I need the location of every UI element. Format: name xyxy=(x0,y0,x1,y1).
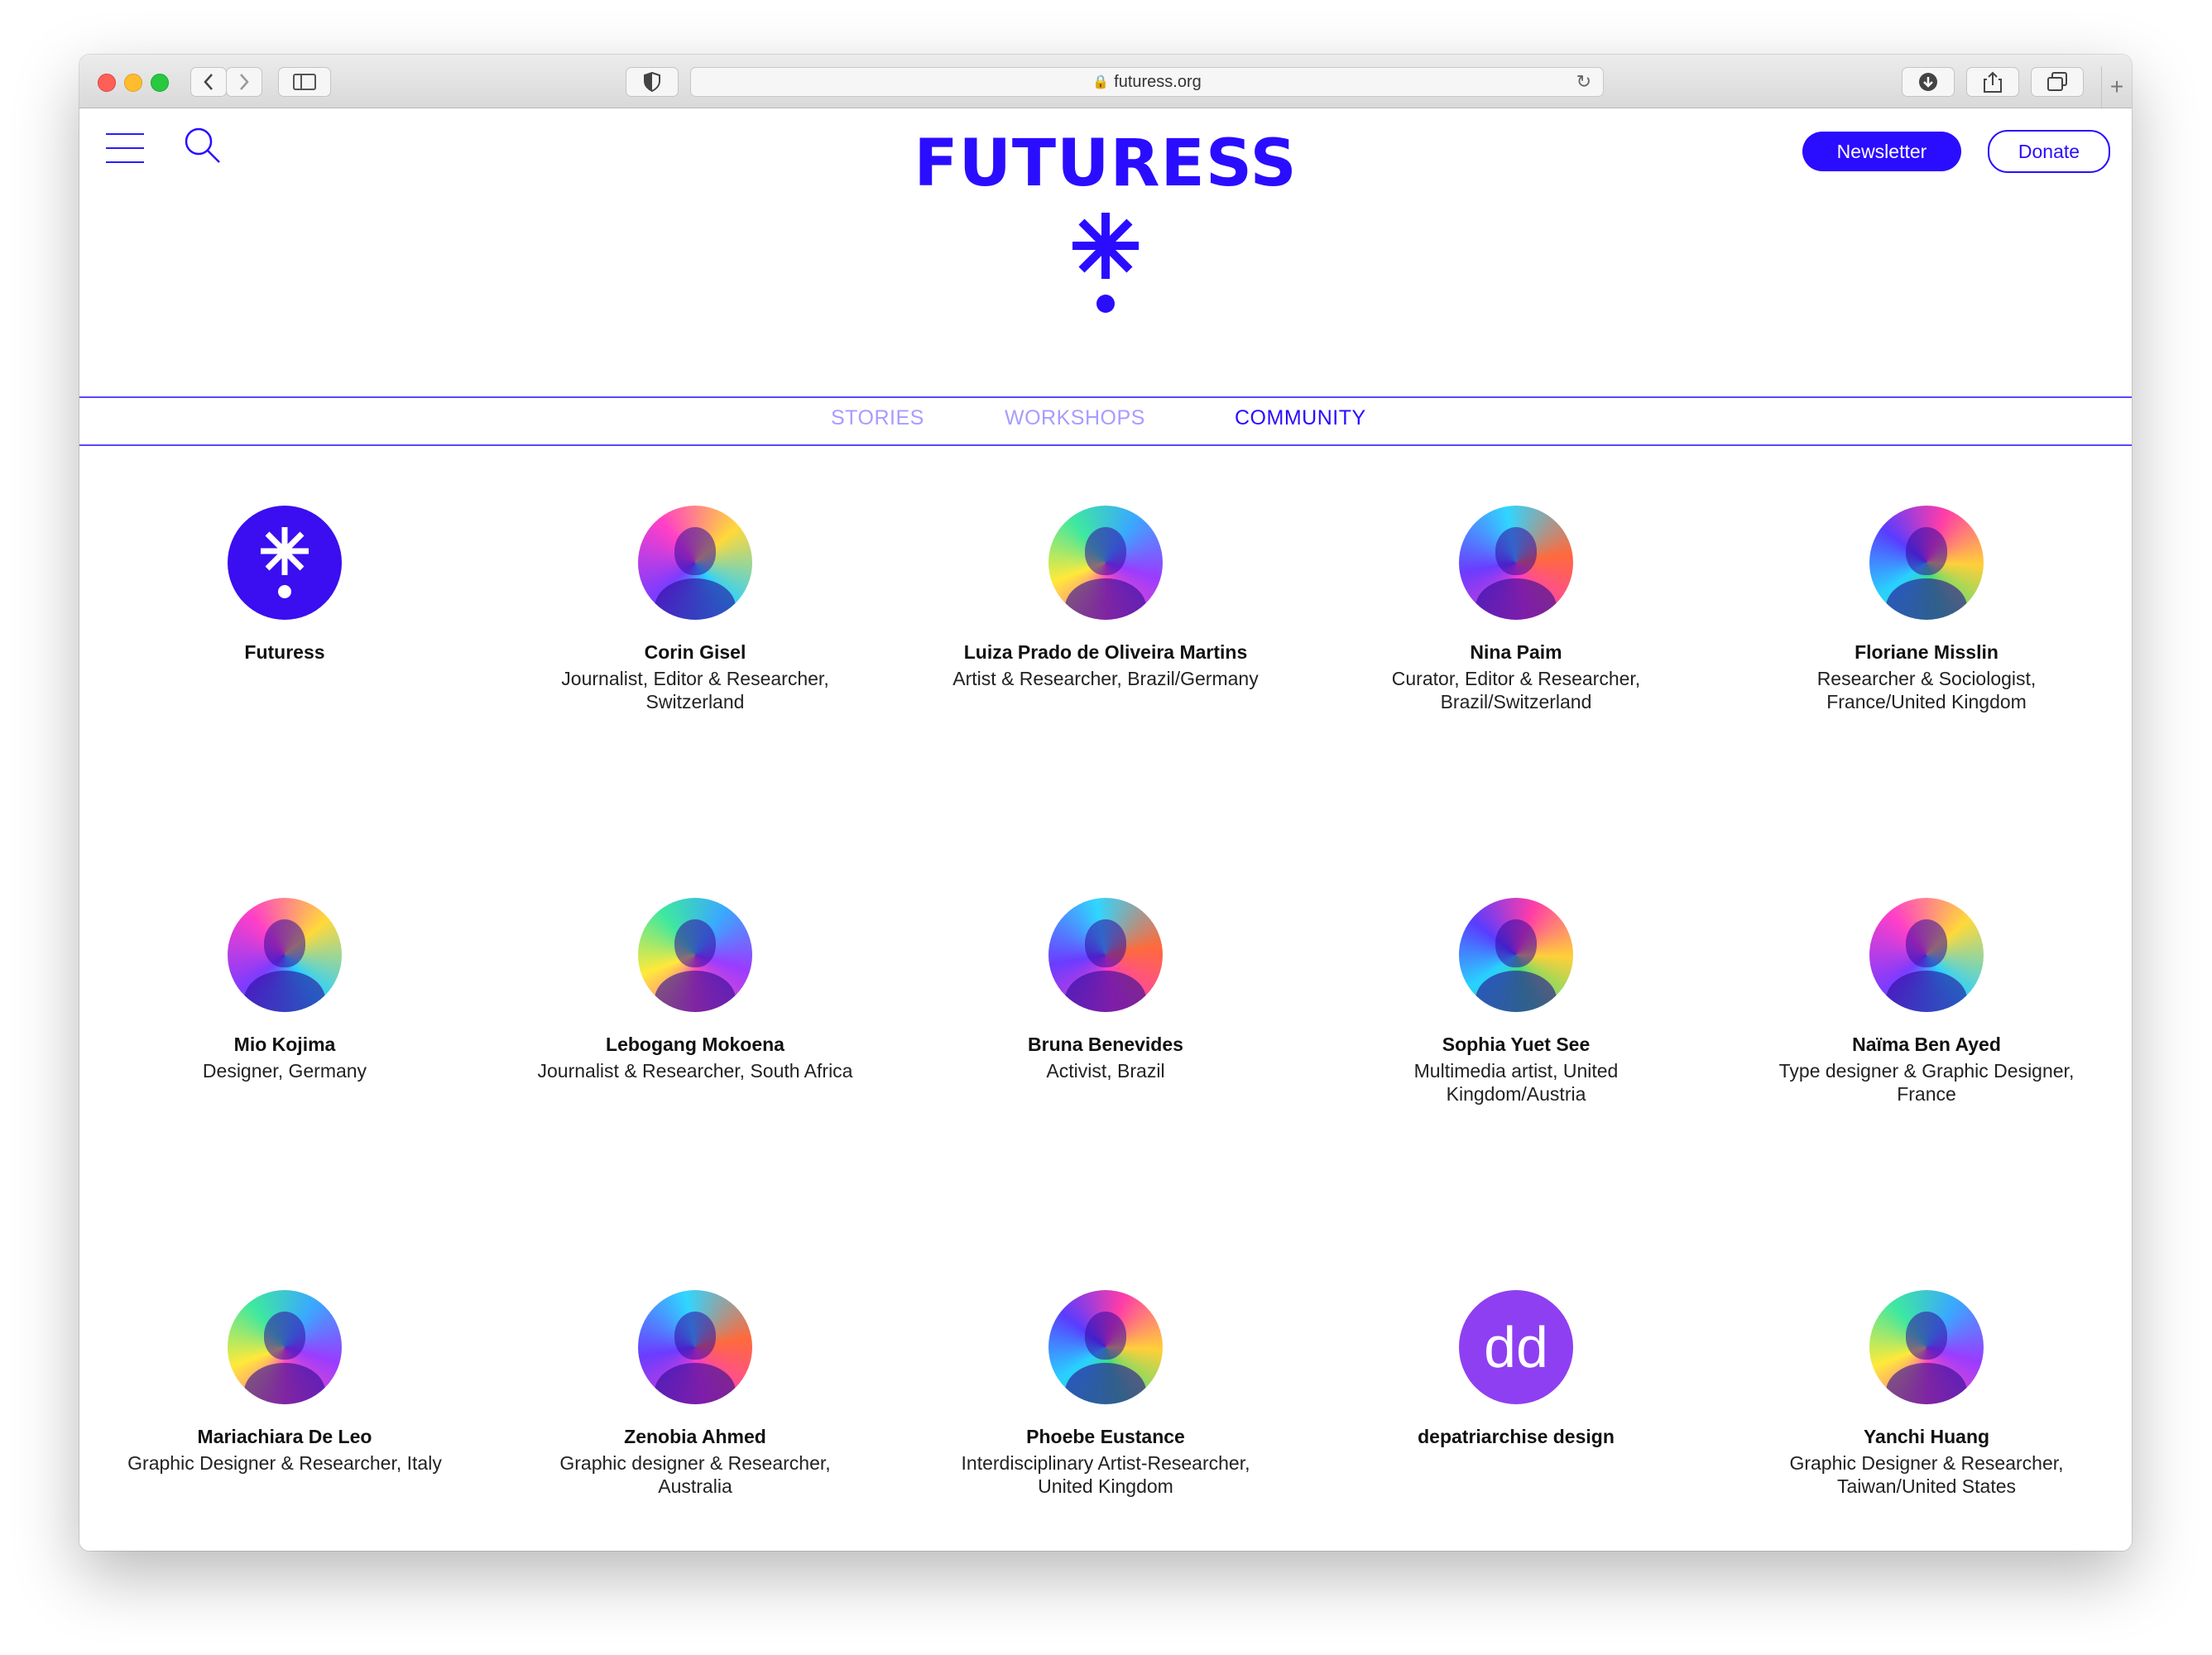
reload-icon[interactable]: ↻ xyxy=(1576,71,1591,93)
community-member-card[interactable]: Zenobia Ahmed Graphic designer & Research… xyxy=(521,1290,869,1498)
member-photo-avatar[interactable] xyxy=(1048,506,1163,620)
community-member-card[interactable]: dd depatriarchise design xyxy=(1342,1290,1690,1451)
privacy-shield-button[interactable] xyxy=(626,67,679,97)
member-photo-avatar[interactable] xyxy=(638,1290,752,1404)
member-photo-avatar[interactable] xyxy=(638,506,752,620)
community-member-card[interactable]: Luiza Prado de Oliveira Martins Artist & … xyxy=(932,506,1279,690)
member-photo-avatar[interactable] xyxy=(1459,506,1573,620)
close-window-button[interactable] xyxy=(98,74,116,92)
member-photo-avatar[interactable] xyxy=(1048,898,1163,1012)
member-role: Researcher & Sociologist, France/United … xyxy=(1816,668,2037,712)
futuress-logo-avatar[interactable] xyxy=(228,506,342,620)
member-photo-avatar[interactable] xyxy=(1869,506,1984,620)
zoom-window-button[interactable] xyxy=(151,74,169,92)
tab-community[interactable]: COMMUNITY xyxy=(1235,406,1366,430)
share-button[interactable] xyxy=(1966,67,2019,97)
community-member-card[interactable]: Bruna Benevides Activist, Brazil xyxy=(932,898,1279,1082)
sidebar-toggle-button[interactable] xyxy=(278,67,331,97)
shield-icon xyxy=(644,72,660,92)
newsletter-button[interactable]: Newsletter xyxy=(1802,132,1961,171)
member-name[interactable]: Nina Paim xyxy=(1342,641,1690,664)
member-photo-avatar[interactable] xyxy=(228,1290,342,1404)
community-member-card[interactable]: Corin Gisel Journalist, Editor & Research… xyxy=(521,506,869,713)
tabs-icon xyxy=(2047,72,2067,91)
chevron-left-icon xyxy=(204,74,213,90)
member-role: Graphic designer & Researcher, Australia xyxy=(559,1452,831,1497)
member-role: Curator, Editor & Researcher, Brazil/Swi… xyxy=(1391,668,1641,712)
member-role: Artist & Researcher, Brazil/Germany xyxy=(952,668,1259,689)
member-role: Graphic Designer & Researcher, Italy xyxy=(127,1452,442,1474)
member-role: Type designer & Graphic Designer, France xyxy=(1778,1060,2075,1105)
share-icon xyxy=(1984,71,2002,93)
member-role: Activist, Brazil xyxy=(1046,1060,1165,1082)
futuress-asterisk-logo-icon[interactable] xyxy=(1068,211,1144,319)
minimize-window-button[interactable] xyxy=(124,74,142,92)
member-name[interactable]: Yanchi Huang xyxy=(1753,1426,2100,1448)
member-name[interactable]: depatriarchise design xyxy=(1342,1426,1690,1448)
community-member-card[interactable]: Naïma Ben Ayed Type designer & Graphic De… xyxy=(1753,898,2100,1106)
community-member-card[interactable]: Nina Paim Curator, Editor & Researcher, B… xyxy=(1342,506,1690,713)
member-photo-avatar[interactable] xyxy=(638,898,752,1012)
member-name[interactable]: Lebogang Mokoena xyxy=(521,1034,869,1056)
new-tab-button[interactable]: + xyxy=(2101,66,2132,108)
community-member-card[interactable]: Sophia Yuet See Multimedia artist, United… xyxy=(1342,898,1690,1106)
lock-icon: 🔒 xyxy=(1092,75,1110,89)
member-role: Journalist & Researcher, South Africa xyxy=(537,1060,853,1082)
member-photo-avatar[interactable] xyxy=(1459,898,1573,1012)
member-name[interactable]: Mio Kojima xyxy=(111,1034,458,1056)
donate-button[interactable]: Donate xyxy=(1988,130,2110,173)
member-name[interactable]: Phoebe Eustance xyxy=(932,1426,1279,1448)
browser-toolbar: 🔒 futuress.org ↻ + xyxy=(79,55,2132,108)
community-member-card[interactable]: Yanchi Huang Graphic Designer & Researche… xyxy=(1753,1290,2100,1498)
page-content: FUTURESS Newsletter Donate STORIES WORKS… xyxy=(79,108,2132,1551)
member-photo-avatar[interactable] xyxy=(1869,898,1984,1012)
address-bar[interactable]: 🔒 futuress.org ↻ xyxy=(690,67,1604,97)
initials-avatar[interactable]: dd xyxy=(1459,1290,1573,1404)
back-button[interactable] xyxy=(190,67,227,97)
member-role: Journalist, Editor & Researcher, Switzer… xyxy=(561,668,829,712)
member-name[interactable]: Corin Gisel xyxy=(521,641,869,664)
community-member-card[interactable]: Phoebe Eustance Interdisciplinary Artist-… xyxy=(932,1290,1279,1498)
member-role: Graphic Designer & Researcher, Taiwan/Un… xyxy=(1789,1452,2064,1497)
member-name[interactable]: Luiza Prado de Oliveira Martins xyxy=(932,641,1279,664)
community-member-card[interactable]: Mio Kojima Designer, Germany xyxy=(111,898,458,1082)
url-text: futuress.org xyxy=(1114,72,1202,91)
tabs-overview-button[interactable] xyxy=(2031,67,2084,97)
community-member-card[interactable]: Floriane Misslin Researcher & Sociologist… xyxy=(1753,506,2100,713)
forward-button[interactable] xyxy=(226,67,262,97)
member-role: Multimedia artist, United Kingdom/Austri… xyxy=(1413,1060,1619,1105)
chevron-right-icon xyxy=(240,74,249,90)
download-icon xyxy=(1919,73,1937,91)
member-photo-avatar[interactable] xyxy=(1869,1290,1984,1404)
community-member-card[interactable]: Mariachiara De Leo Graphic Designer & Res… xyxy=(111,1290,458,1475)
member-name[interactable]: Zenobia Ahmed xyxy=(521,1426,869,1448)
downloads-button[interactable] xyxy=(1902,67,1955,97)
member-photo-avatar[interactable] xyxy=(1048,1290,1163,1404)
community-member-card[interactable]: Lebogang Mokoena Journalist & Researcher,… xyxy=(521,898,869,1082)
sidebar-icon xyxy=(293,74,316,90)
member-name[interactable]: Sophia Yuet See xyxy=(1342,1034,1690,1056)
tab-workshops[interactable]: WORKSHOPS xyxy=(1005,406,1145,430)
member-photo-avatar[interactable] xyxy=(228,898,342,1012)
member-role: Interdisciplinary Artist-Researcher, Uni… xyxy=(961,1452,1250,1497)
asterisk-icon xyxy=(261,527,309,598)
section-nav: STORIES WORKSHOPS COMMUNITY xyxy=(79,396,2132,446)
member-name[interactable]: Naïma Ben Ayed xyxy=(1753,1034,2100,1056)
tab-stories[interactable]: STORIES xyxy=(831,406,924,430)
member-name[interactable]: Mariachiara De Leo xyxy=(111,1426,458,1448)
avatar-initials: dd xyxy=(1484,1315,1548,1379)
member-role: Designer, Germany xyxy=(202,1060,367,1082)
member-name[interactable]: Floriane Misslin xyxy=(1753,641,2100,664)
browser-window: 🔒 futuress.org ↻ + FUTURESS Newsletter D… xyxy=(79,55,2132,1551)
community-member-card[interactable]: Futuress xyxy=(111,506,458,667)
member-name[interactable]: Bruna Benevides xyxy=(932,1034,1279,1056)
member-name[interactable]: Futuress xyxy=(111,641,458,664)
